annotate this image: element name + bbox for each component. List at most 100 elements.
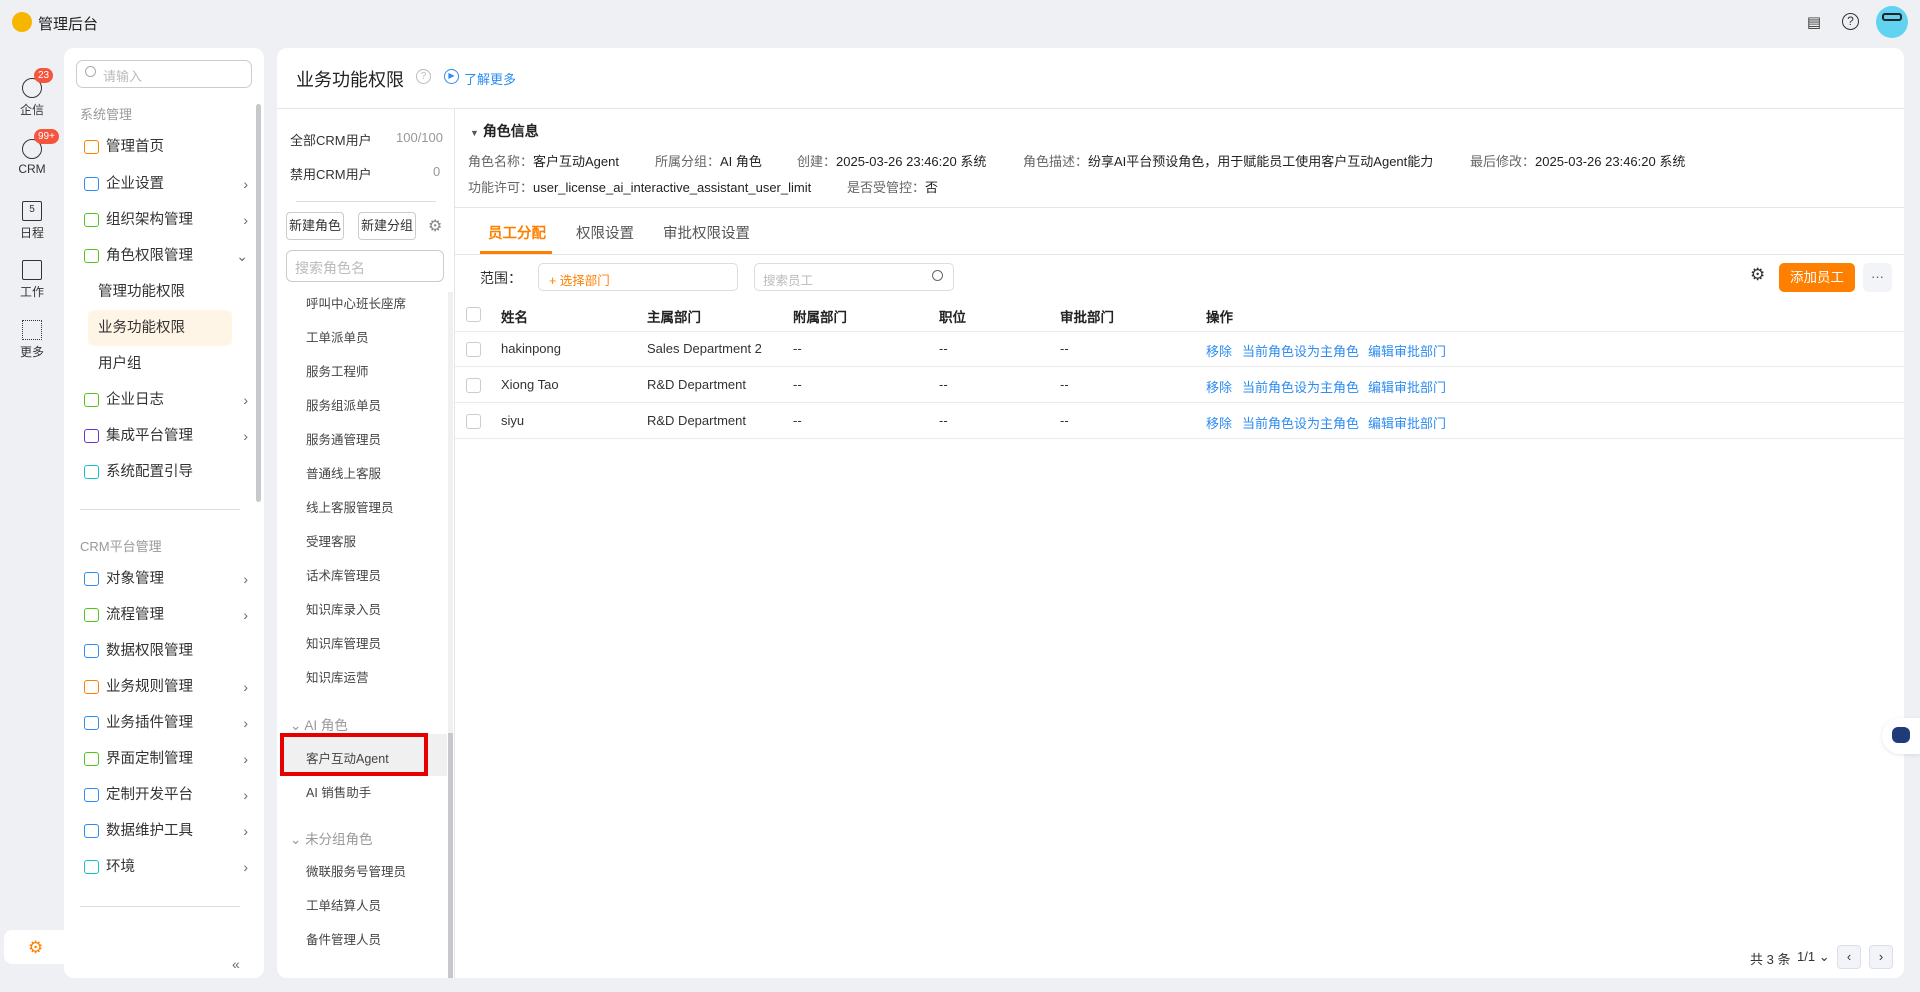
role-item[interactable]: 工单结算人员 xyxy=(306,895,381,914)
menu-item[interactable]: 界面定制管理 › xyxy=(82,744,248,774)
role-item[interactable]: 话术库管理员 xyxy=(306,565,381,584)
chevron-right-icon: › xyxy=(243,607,248,623)
role-item[interactable]: 知识库运营 xyxy=(306,667,369,686)
menu-item[interactable]: 集成平台管理 › xyxy=(82,421,248,451)
role-search-input[interactable]: 搜索角色名 xyxy=(286,250,444,282)
menu-item[interactable]: 系统配置引导 xyxy=(82,457,242,487)
new-role-button[interactable]: 新建角色 xyxy=(286,212,344,240)
all-users-label[interactable]: 全部CRM用户 xyxy=(290,130,372,149)
role-item[interactable]: 服务通管理员 xyxy=(306,429,381,448)
more-button[interactable]: ··· xyxy=(1863,263,1892,292)
sidebar-search-input[interactable]: 请输入 xyxy=(76,60,252,88)
submenu-item[interactable]: 业务功能权限 xyxy=(88,310,232,346)
menu-icon xyxy=(84,429,99,443)
role-item[interactable]: 知识库管理员 xyxy=(306,633,381,652)
divider xyxy=(454,108,455,978)
rail-more[interactable]: 更多 xyxy=(0,320,64,360)
help-icon[interactable]: ? xyxy=(416,69,431,84)
row-action-link[interactable]: 当前角色设为主角色 xyxy=(1242,341,1359,360)
rail-crm[interactable]: 99+ CRM xyxy=(0,129,64,176)
row-checkbox[interactable] xyxy=(466,342,481,357)
select-all-checkbox[interactable] xyxy=(466,307,481,322)
next-page-button[interactable]: › xyxy=(1869,945,1893,969)
role-item[interactable]: 受理客服 xyxy=(306,531,356,550)
divider xyxy=(80,906,240,907)
role-item[interactable]: 普通线上客服 xyxy=(306,463,381,482)
role-item[interactable]: 工单派单员 xyxy=(306,327,369,346)
column-header[interactable]: 主属部门 xyxy=(647,306,701,326)
inbox-icon[interactable]: ▤ xyxy=(1804,13,1824,33)
menu-item[interactable]: 数据维护工具 › xyxy=(82,816,248,846)
roles-scrollbar[interactable] xyxy=(448,733,453,978)
menu-item[interactable]: 角色权限管理 ⌄ xyxy=(82,241,248,271)
rail-calendar[interactable]: 5 日程 xyxy=(0,201,64,241)
row-action-link[interactable]: 移除 xyxy=(1206,377,1232,396)
avatar[interactable] xyxy=(1876,6,1908,38)
row-checkbox[interactable] xyxy=(466,378,481,393)
settings-gear-icon[interactable]: ⚙ xyxy=(428,216,442,236)
tab-permission-settings[interactable]: 权限设置 xyxy=(576,222,634,243)
role-item[interactable]: 备件管理人员 xyxy=(306,929,381,948)
menu-item[interactable]: 企业设置 › xyxy=(82,169,248,199)
submenu-item[interactable]: 管理功能权限 xyxy=(88,274,232,310)
menu-item[interactable]: 业务规则管理 › xyxy=(82,672,248,702)
row-checkbox[interactable] xyxy=(466,414,481,429)
role-group-ungrouped[interactable]: ⌄ 未分组角色 xyxy=(290,828,373,848)
role-item[interactable]: 知识库录入员 xyxy=(306,599,381,618)
role-item[interactable]: 服务组派单员 xyxy=(306,395,381,414)
menu-item[interactable]: 定制开发平台 › xyxy=(82,780,248,810)
rail-work[interactable]: 工作 xyxy=(0,260,64,300)
column-header[interactable]: 姓名 xyxy=(501,306,528,326)
menu-item[interactable]: 管理首页 xyxy=(82,132,242,162)
row-action-link[interactable]: 编辑审批部门 xyxy=(1368,377,1446,396)
menu-item[interactable]: 业务插件管理 › xyxy=(82,708,248,738)
menu-icon xyxy=(84,644,99,658)
page-select[interactable]: 1/1 ⌄ xyxy=(1797,949,1830,965)
role-group: 所属分组：AI 角色 xyxy=(655,154,762,169)
column-header[interactable]: 职位 xyxy=(939,306,966,326)
disabled-users-label[interactable]: 禁用CRM用户 xyxy=(290,164,372,183)
new-group-button[interactable]: 新建分组 xyxy=(358,212,416,240)
add-employee-button[interactable]: 添加员工 xyxy=(1779,263,1855,292)
menu-item[interactable]: 对象管理 › xyxy=(82,564,248,594)
column-header[interactable]: 操作 xyxy=(1206,306,1233,326)
department-select[interactable]: + 选择部门 xyxy=(538,263,738,291)
role-item[interactable]: 微联服务号管理员 xyxy=(306,861,406,880)
menu-item[interactable]: 组织架构管理 › xyxy=(82,205,248,235)
column-header[interactable]: 附属部门 xyxy=(793,306,847,326)
role-item[interactable]: 线上客服管理员 xyxy=(306,497,394,516)
menu-icon xyxy=(84,177,99,191)
ai-assistant-button[interactable] xyxy=(1882,718,1920,754)
help-icon[interactable]: ? xyxy=(1842,13,1859,30)
row-action-link[interactable]: 编辑审批部门 xyxy=(1368,341,1446,360)
row-action-link[interactable]: 编辑审批部门 xyxy=(1368,413,1446,432)
role-item[interactable]: AI 销售助手 xyxy=(306,782,371,801)
row-action-link[interactable]: 移除 xyxy=(1206,341,1232,360)
role-item[interactable]: 呼叫中心班长座席 xyxy=(306,293,406,312)
menu-item[interactable]: 企业日志 › xyxy=(82,385,248,415)
employee-search-input[interactable]: 搜索员工 xyxy=(754,263,954,291)
menu-item[interactable]: 环境 › xyxy=(82,852,248,882)
tab-approval-permission[interactable]: 审批权限设置 xyxy=(663,222,750,243)
role-item[interactable]: 服务工程师 xyxy=(306,361,369,380)
learn-more-link[interactable]: 了解更多 xyxy=(464,69,516,88)
prev-page-button[interactable]: ‹ xyxy=(1837,945,1861,969)
menu-item[interactable]: 流程管理 › xyxy=(82,600,248,630)
rail-messages[interactable]: 23 企信 xyxy=(0,68,64,118)
submenu-item[interactable]: 用户组 xyxy=(88,346,232,382)
row-action-link[interactable]: 当前角色设为主角色 xyxy=(1242,413,1359,432)
row-action-link[interactable]: 当前角色设为主角色 xyxy=(1242,377,1359,396)
column-header[interactable]: 审批部门 xyxy=(1060,306,1114,326)
tab-employee-assignment[interactable]: 员工分配 xyxy=(488,222,546,243)
search-icon[interactable] xyxy=(932,270,943,281)
row-action-link[interactable]: 移除 xyxy=(1206,413,1232,432)
collapse-sidebar-icon[interactable]: « xyxy=(232,956,240,972)
role-name: 角色名称：客户互动Agent xyxy=(468,154,619,169)
role-group-ai[interactable]: ⌄ AI 角色 xyxy=(290,714,348,734)
menu-item[interactable]: 数据权限管理 xyxy=(82,636,242,666)
column-settings-icon[interactable]: ⚙ xyxy=(1750,265,1765,285)
menu-icon xyxy=(84,608,99,622)
role-item[interactable]: 客户互动Agent xyxy=(306,748,389,767)
role-info-title[interactable]: ▼ 角色信息 xyxy=(470,121,539,141)
sidebar-scrollbar[interactable] xyxy=(256,104,261,502)
